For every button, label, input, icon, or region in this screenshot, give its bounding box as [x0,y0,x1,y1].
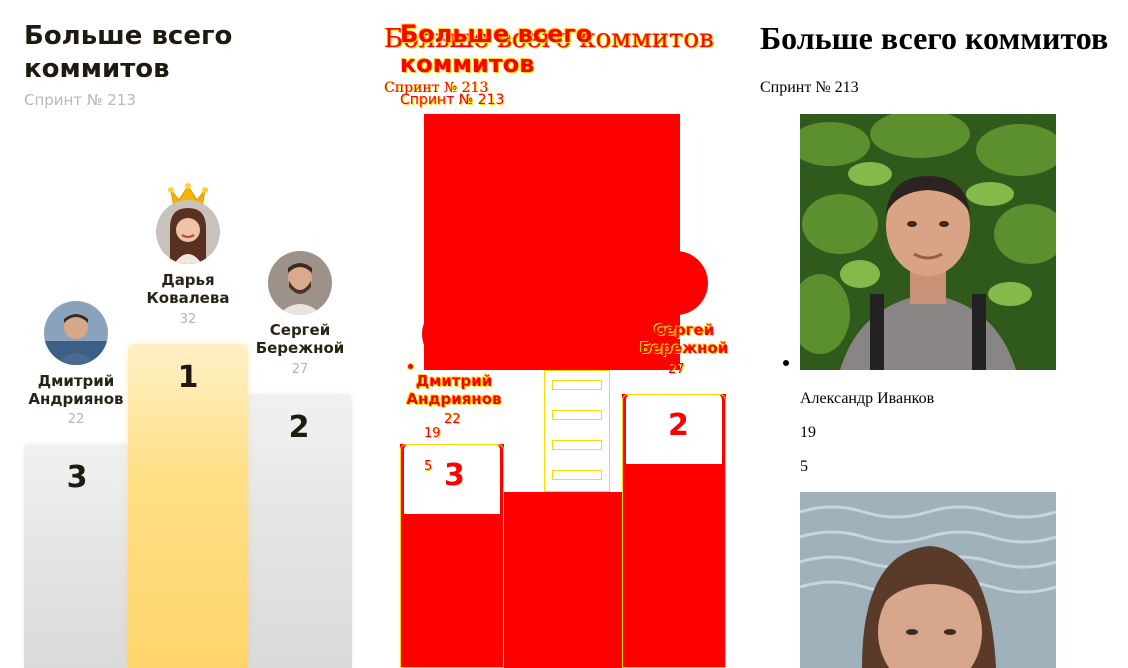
plain-person-value: 19 [800,424,816,441]
glitch-name-second-first: Сергей [653,321,715,339]
leaderboard-title: Больше всего коммитов [24,21,233,84]
podium-rank-first: 1 [177,360,199,395]
glitch-name-third: Дмитрий Андриянов [404,372,504,408]
glitch-avatar-left [422,302,488,366]
avatar-second-place [268,251,332,315]
podium-bar-second: 2 [246,394,352,668]
player-value-first: 32 [179,312,197,327]
glitch-avatar-right [644,251,708,315]
glitch-value-c: 5 [424,459,433,474]
podium-bar-first: 1 [128,344,248,668]
glitch-outline-line-2 [552,410,602,420]
podium-rank-third: 3 [66,460,88,495]
plain-subtitle: Спринт № 213 [760,79,859,96]
plain-title: Больше всего коммитов [760,20,1109,56]
podium-bar-third: 3 [24,444,130,668]
broken-render-panel: Больше всего коммитов Больше всего комми… [376,0,752,668]
person-photo-icon [800,492,1056,668]
leaderboard-panel: Больше всего коммитов Спринт № 213 Дмитр… [0,0,376,668]
player-name-first: Дарья Ковалева [146,271,230,307]
glitch-subtitle-sans: Спринт № 213 [400,92,505,108]
plain-person-name: Александр Иванков [800,390,935,407]
glitch-name-third-first: Дмитрий [415,372,493,390]
avatar-male-bearded-icon [268,251,332,315]
plain-list-bullet [783,360,789,366]
player-name-third: Дмитрий Андриянов [28,372,124,408]
leaderboard-subtitle: Спринт № 213 [24,91,136,109]
glitch-value-a: 22 [444,412,461,427]
plain-photo-second [800,492,1056,668]
player-name-second: Сергей Бережной [255,321,345,357]
glitch-outline-line-3 [552,440,602,450]
plain-person-extra: 5 [800,458,808,475]
avatar-third-place [44,301,108,365]
podium-rank-second: 2 [288,410,310,445]
avatar-male-icon [44,301,108,365]
glitch-name-third-last: Андриянов [406,390,502,408]
glitch-name-second-last: Бережной [639,339,729,357]
glitch-outline-line-1 [552,380,602,390]
glitch-outline-line-4 [552,470,602,480]
glitch-bullet [408,364,413,369]
glitch-value-second: 27 [668,362,685,377]
plain-photo-first [800,114,1056,370]
glitch-title-sans: Больше всего коммитов [400,20,593,78]
avatar-first-place [156,200,220,264]
plain-render-panel: Больше всего коммитов Спринт № 213 Алекс… [752,0,1128,668]
avatar-female-icon [156,200,220,264]
player-value-second: 27 [291,362,309,377]
glitch-rank-two: 2 [668,408,689,443]
glitch-rank-three: 3 [444,458,465,493]
glitch-value-b: 19 [424,426,441,441]
glitch-name-second: Сергей Бережной [634,321,734,357]
person-photo-icon [800,114,1056,370]
player-value-third: 22 [67,412,85,427]
